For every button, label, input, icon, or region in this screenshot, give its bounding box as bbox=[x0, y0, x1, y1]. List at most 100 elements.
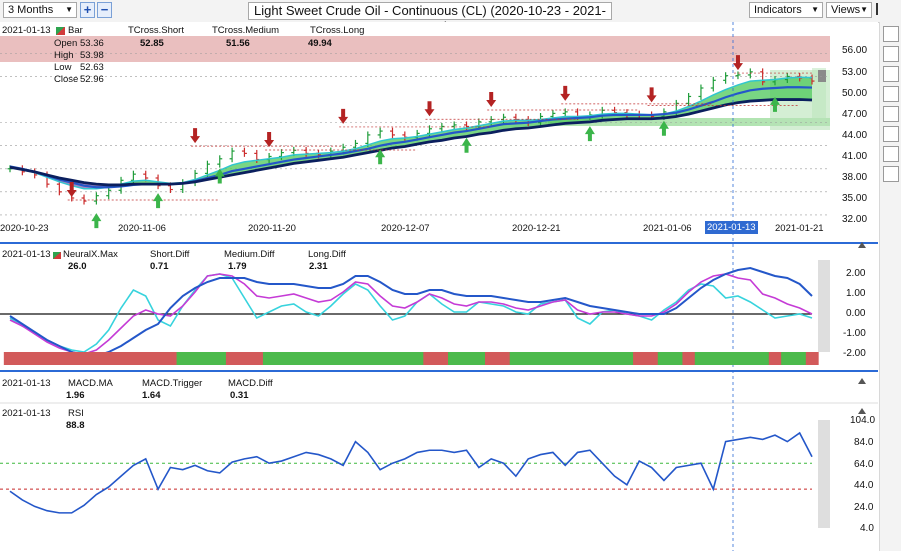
diff-y-tick: -2.00 bbox=[843, 348, 866, 359]
macd-date: 2021-01-13 bbox=[2, 378, 51, 389]
x-tick: 2021-01-06 bbox=[643, 223, 692, 234]
neuralx-band-cell bbox=[102, 352, 116, 365]
legend-tcross-medium-value: 51.56 bbox=[226, 38, 250, 49]
price-y-tick: 35.00 bbox=[842, 193, 868, 204]
neuralx-band-cell bbox=[139, 352, 153, 365]
high-value: 53.98 bbox=[80, 50, 104, 61]
neuralx-band-cell bbox=[460, 352, 474, 365]
neuralx-band-cell bbox=[596, 352, 609, 365]
neuralx-band-cell bbox=[225, 352, 239, 365]
high-label: High bbox=[54, 50, 74, 61]
legend-tcross-short: TCross.Short bbox=[128, 25, 184, 36]
diff-y-tick: 1.00 bbox=[846, 288, 866, 299]
price-y-tick: 53.00 bbox=[842, 67, 868, 78]
rsi-y-tick: 4.0 bbox=[860, 523, 874, 534]
diff-date: 2021-01-13 bbox=[2, 249, 51, 260]
legend-macd-trigger-value: 1.64 bbox=[142, 390, 161, 401]
neuralx-band-cell bbox=[411, 352, 424, 365]
legend-rsi: RSI bbox=[68, 408, 84, 419]
x-tick: 2020-12-07 bbox=[381, 223, 430, 234]
neuralx-band-cell bbox=[250, 352, 264, 365]
neuralx-band-cell bbox=[707, 352, 720, 365]
neuralx-band-cell bbox=[373, 352, 387, 365]
neuralx-band-cell bbox=[3, 352, 17, 365]
neuralx-band-cell bbox=[633, 352, 646, 365]
macd-pane-bg bbox=[0, 374, 878, 402]
rsi-y-tick: 104.0 bbox=[850, 415, 876, 426]
diff-y-tick: -1.00 bbox=[843, 328, 866, 339]
neuralx-band-cell bbox=[559, 352, 572, 365]
neuralx-band-cell bbox=[756, 352, 770, 365]
close-label: Close bbox=[54, 74, 79, 85]
diff-pane-bg bbox=[0, 246, 878, 368]
bar-label: Bar bbox=[68, 25, 83, 36]
neuralx-band-cell bbox=[694, 352, 708, 365]
x-tick: 2020-11-20 bbox=[248, 223, 296, 234]
neuralx-band-cell bbox=[114, 352, 128, 365]
neuralx-band-cell bbox=[509, 352, 523, 365]
diff-y-tick: 2.00 bbox=[846, 268, 866, 279]
neuralx-band-cell bbox=[645, 352, 659, 365]
rsi-pane-bg bbox=[0, 404, 878, 550]
rsi-date: 2021-01-13 bbox=[2, 408, 51, 419]
neuralx-band-cell bbox=[670, 352, 683, 365]
legend-macd-ma: MACD.MA bbox=[68, 378, 113, 389]
neuralx-swatch-icon bbox=[53, 252, 61, 259]
neuralx-band-cell bbox=[546, 352, 560, 365]
diff-y-tick: 0.00 bbox=[846, 308, 866, 319]
neuralx-band-cell bbox=[485, 352, 498, 365]
legend-medium-diff: Medium.Diff bbox=[224, 249, 275, 260]
neuralx-band-cell bbox=[448, 352, 461, 365]
neuralx-band-cell bbox=[336, 352, 350, 365]
neuralx-band-cell bbox=[731, 352, 745, 365]
legend-macd-trigger: MACD.Trigger bbox=[142, 378, 203, 389]
price-y-tick: 47.00 bbox=[842, 109, 868, 120]
neuralx-band-cell bbox=[805, 352, 819, 365]
neuralx-band-cell bbox=[534, 352, 548, 365]
neuralx-band-cell bbox=[28, 352, 42, 365]
price-marker bbox=[818, 70, 826, 82]
neuralx-band-cell bbox=[201, 352, 215, 365]
neuralx-band-cell bbox=[472, 352, 486, 365]
legend-rsi-value: 88.8 bbox=[66, 420, 85, 431]
neuralx-band-cell bbox=[324, 352, 338, 365]
rsi-y-tick: 84.0 bbox=[854, 437, 874, 448]
neuralx-band-cell bbox=[608, 352, 622, 365]
open-label: Open bbox=[54, 38, 78, 49]
neuralx-band-cell bbox=[583, 352, 597, 365]
legend-short-diff-value: 0.71 bbox=[150, 261, 169, 272]
neuralx-band-cell bbox=[16, 352, 30, 365]
rsi-y-tick: 24.0 bbox=[854, 502, 874, 513]
neuralx-band-cell bbox=[349, 352, 363, 365]
neuralx-band-cell bbox=[151, 352, 165, 365]
legend-medium-diff-value: 1.79 bbox=[228, 261, 247, 272]
x-tick: 2021-01-21 bbox=[775, 223, 824, 234]
legend-macd-diff-value: 0.31 bbox=[230, 390, 249, 401]
resistance-zone bbox=[0, 36, 830, 62]
neuralx-band-cell bbox=[768, 352, 782, 365]
chart-canvas[interactable] bbox=[0, 0, 901, 551]
legend-tcross-long: TCross.Long bbox=[310, 25, 365, 36]
neuralx-band-cell bbox=[423, 352, 437, 365]
rsi-scroll-thumb bbox=[818, 420, 830, 528]
neuralx-band-cell bbox=[262, 352, 276, 365]
diff-scroll-thumb bbox=[818, 260, 830, 352]
rsi-y-tick: 44.0 bbox=[854, 480, 874, 491]
x-crosshair-label: 2021-01-13 bbox=[705, 221, 758, 234]
x-tick: 2020-11-06 bbox=[118, 223, 166, 234]
neuralx-band-cell bbox=[435, 352, 449, 365]
neuralx-band-cell bbox=[497, 352, 511, 365]
x-tick: 2020-10-23 bbox=[0, 223, 49, 234]
neuralx-band-cell bbox=[744, 352, 757, 365]
price-y-tick: 41.00 bbox=[842, 151, 868, 162]
neuralx-band-cell bbox=[176, 352, 190, 365]
open-value: 53.36 bbox=[80, 38, 104, 49]
legend-long-diff: Long.Diff bbox=[308, 249, 346, 260]
rsi-y-tick: 64.0 bbox=[854, 459, 874, 470]
neuralx-band-cell bbox=[77, 352, 91, 365]
close-value: 52.96 bbox=[80, 74, 104, 85]
neuralx-band-cell bbox=[398, 352, 412, 365]
legend-macd-diff: MACD.Diff bbox=[228, 378, 273, 389]
legend-neuralx-max: NeuralX.Max bbox=[63, 249, 118, 260]
neuralx-band-cell bbox=[164, 352, 178, 365]
